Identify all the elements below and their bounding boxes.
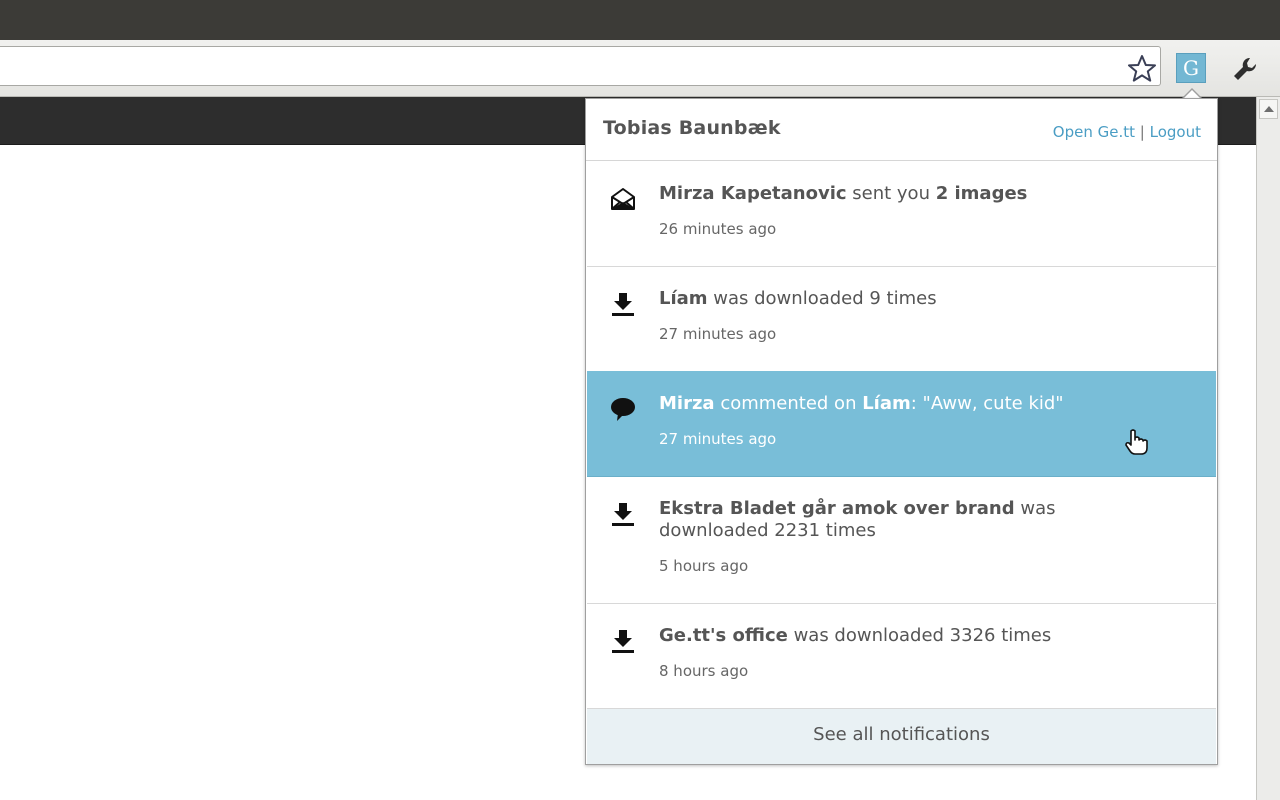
notification-text: Ekstra Bladet går amok over brand was do… [659,498,1056,541]
notification-text: Líam was downloaded 9 times [659,288,937,309]
notification-time: 8 hours ago [659,662,749,680]
download-icon [612,293,634,316]
notification-text: Ge.tt's office was downloaded 3326 times [659,625,1052,646]
envelope-open-icon [611,188,635,210]
bookmark-star-icon[interactable] [1126,53,1158,85]
scroll-up-button[interactable] [1259,99,1278,119]
notification-time: 27 minutes ago [659,325,777,343]
notification-item[interactable]: Ge.tt's office was downloaded 3326 times… [587,603,1216,709]
user-name: Tobias Baunbæk [603,117,781,139]
gett-logo-icon: G [1183,56,1199,80]
notification-time: 26 minutes ago [659,220,777,238]
page-scrollbar[interactable] [1256,97,1280,800]
popup-header: Tobias Baunbæk Open Ge.tt | Logout [586,99,1217,161]
notification-item[interactable]: Ekstra Bladet går amok over brand was do… [587,476,1216,604]
notification-item[interactable]: Mirza commented on Líam: "Aww, cute kid"… [587,371,1216,477]
header-links: Open Ge.tt | Logout [1053,123,1201,141]
download-icon [612,630,634,653]
open-gett-link[interactable]: Open Ge.tt [1053,123,1135,141]
hand-cursor-icon [1125,429,1148,455]
address-bar[interactable] [0,46,1161,86]
notification-text: Mirza Kapetanovic sent you 2 images [659,183,1028,204]
link-separator: | [1139,123,1145,141]
logout-link[interactable]: Logout [1150,123,1201,141]
gett-extension-button[interactable]: G [1176,53,1206,83]
wrench-icon[interactable] [1228,52,1262,86]
see-all-notifications-link[interactable]: See all notifications [587,709,1216,764]
notification-text: Mirza commented on Líam: "Aww, cute kid" [659,393,1064,414]
window-titlebar [0,0,1280,40]
notification-item[interactable]: Mirza Kapetanovic sent you 2 images 26 m… [587,161,1216,267]
download-icon [612,503,634,526]
notification-item[interactable]: Líam was downloaded 9 times 27 minutes a… [587,266,1216,372]
notification-time: 5 hours ago [659,557,749,575]
notification-time: 27 minutes ago [659,430,777,448]
browser-toolbar [0,40,1280,97]
comment-icon [611,398,635,421]
